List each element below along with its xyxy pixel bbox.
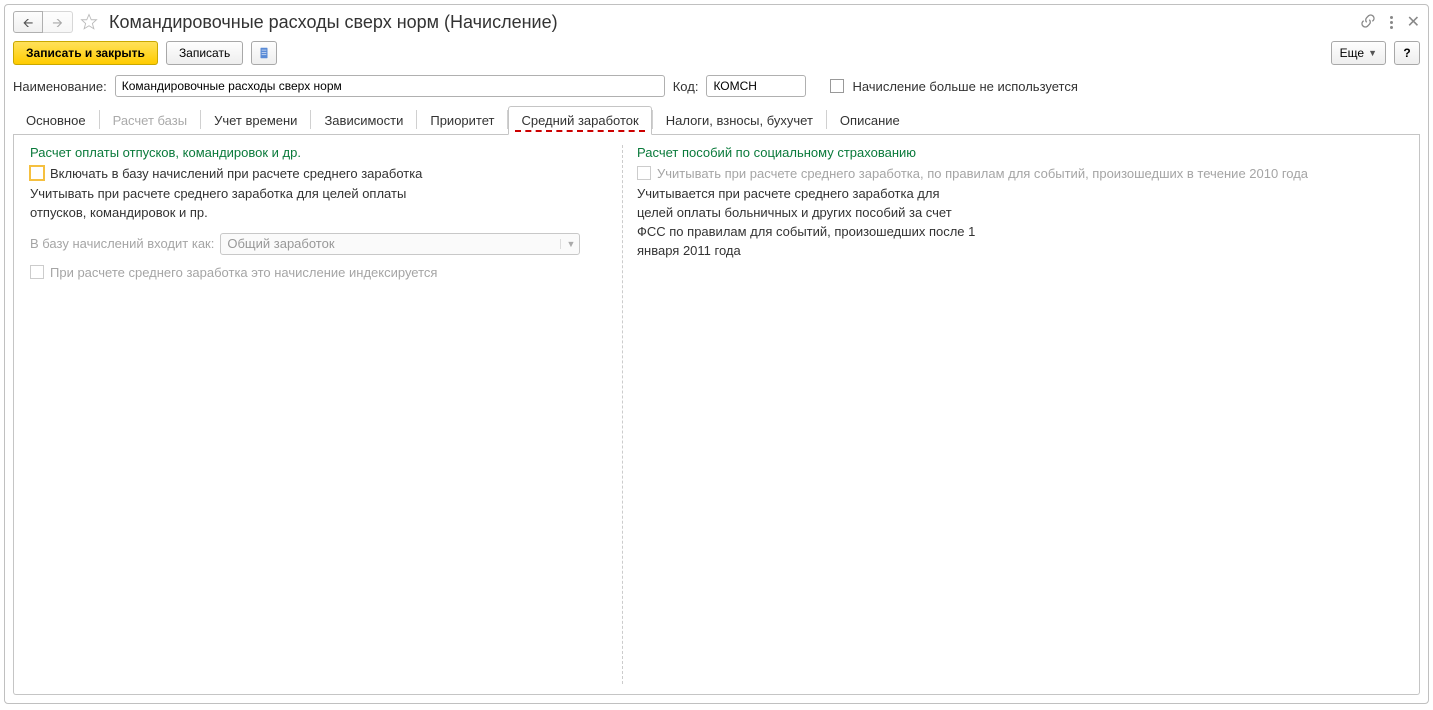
save-and-close-button[interactable]: Записать и закрыть	[13, 41, 158, 65]
tab-description[interactable]: Описание	[827, 106, 913, 135]
tab-content: Расчет оплаты отпусков, командировок и д…	[13, 135, 1420, 695]
tabs: Основное Расчет базы Учет времени Зависи…	[13, 105, 1420, 135]
indexed-checkbox	[30, 265, 44, 279]
save-button[interactable]: Записать	[166, 41, 243, 65]
consider-2010-checkbox	[637, 166, 651, 180]
name-input[interactable]	[115, 75, 665, 97]
not-used-checkbox[interactable]	[830, 79, 844, 93]
titlebar: 🡨 🡪 Командировочные расходы сверх норм (…	[13, 11, 1420, 33]
tab-base-calc: Расчет базы	[100, 106, 201, 135]
include-in-base-label: Включать в базу начислений при расчете с…	[50, 166, 422, 181]
tab-dependencies[interactable]: Зависимости	[311, 106, 416, 135]
titlebar-right: ✕	[1360, 12, 1420, 32]
link-icon[interactable]	[1360, 13, 1376, 32]
tab-taxes[interactable]: Налоги, взносы, бухучет	[653, 106, 826, 135]
include-in-base-desc: Учитывать при расчете среднего заработка…	[30, 185, 460, 223]
favorite-star-icon[interactable]	[79, 12, 99, 32]
tab-priority[interactable]: Приоритет	[417, 106, 507, 135]
arrow-right-icon: 🡪	[52, 16, 63, 29]
document-icon-button[interactable]	[251, 41, 277, 65]
nav-buttons: 🡨 🡪	[13, 11, 73, 33]
tab-avg-earnings[interactable]: Средний заработок	[508, 106, 651, 135]
right-section-title: Расчет пособий по социальному страховани…	[637, 145, 1403, 160]
left-column: Расчет оплаты отпусков, командировок и д…	[22, 145, 622, 684]
not-used-label: Начисление больше не используется	[852, 79, 1077, 94]
arrow-left-icon: 🡨	[23, 16, 34, 29]
toolbar: Записать и закрыть Записать Еще▼ ?	[13, 41, 1420, 65]
name-label: Наименование:	[13, 79, 107, 94]
consider-2010-label: Учитывать при расчете среднего заработка…	[657, 166, 1308, 181]
base-as-value: Общий заработок	[227, 236, 334, 251]
tab-main[interactable]: Основное	[13, 106, 99, 135]
forward-button[interactable]: 🡪	[43, 11, 73, 33]
code-label: Код:	[673, 79, 699, 94]
base-as-dropdown[interactable]: Общий заработок ▼	[220, 233, 580, 255]
left-section-title: Расчет оплаты отпусков, командировок и д…	[30, 145, 614, 160]
include-in-base-checkbox[interactable]	[30, 166, 44, 180]
more-options-icon[interactable]	[1390, 16, 1393, 29]
window-frame: 🡨 🡪 Командировочные расходы сверх норм (…	[4, 4, 1429, 704]
help-button[interactable]: ?	[1394, 41, 1420, 65]
chevron-down-icon: ▼	[1368, 48, 1377, 58]
window-title: Командировочные расходы сверх норм (Начи…	[109, 12, 558, 33]
code-input[interactable]	[706, 75, 806, 97]
consider-desc: Учитывается при расчете среднего заработ…	[637, 185, 977, 260]
back-button[interactable]: 🡨	[13, 11, 43, 33]
chevron-down-icon: ▼	[560, 239, 575, 249]
name-code-row: Наименование: Код: Начисление больше не …	[13, 75, 1420, 97]
indexed-label: При расчете среднего заработка это начис…	[50, 265, 437, 280]
base-as-label: В базу начислений входит как:	[30, 236, 214, 251]
tab-time[interactable]: Учет времени	[201, 106, 310, 135]
close-icon[interactable]: ✕	[1407, 12, 1420, 32]
more-button[interactable]: Еще▼	[1331, 41, 1386, 65]
right-column: Расчет пособий по социальному страховани…	[622, 145, 1411, 684]
